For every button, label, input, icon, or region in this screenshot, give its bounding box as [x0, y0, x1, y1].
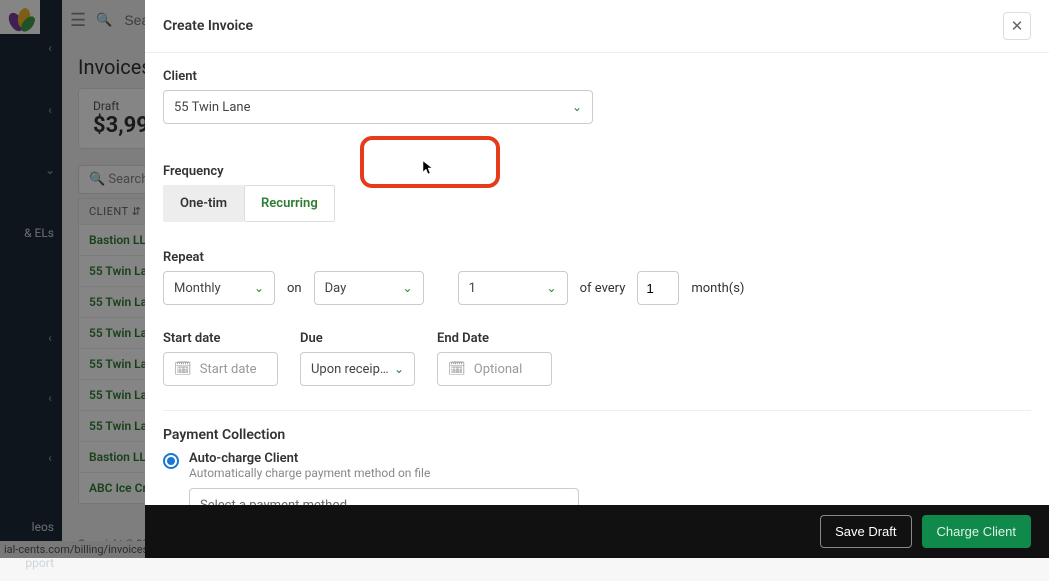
auto-charge-radio-row[interactable]: Auto-charge Client Automatically charge … [163, 451, 1031, 480]
start-date-label: Start date [163, 331, 278, 346]
repeat-interval-select[interactable]: Monthly ⌄ [163, 271, 275, 305]
client-select[interactable]: 55 Twin Lane ⌄ [163, 90, 593, 124]
client-value: 55 Twin Lane [174, 100, 250, 115]
repeat-day-select[interactable]: Day ⌄ [314, 271, 424, 305]
close-icon: ✕ [1011, 17, 1024, 35]
repeat-day-number-select[interactable]: 1 ⌄ [458, 271, 568, 305]
months-label: month(s) [691, 281, 744, 296]
payment-method-select[interactable]: Select a payment method ⌄ [189, 488, 579, 505]
frequency-recurring-tab[interactable]: Recurring [244, 185, 335, 222]
end-date-label: End Date [437, 331, 552, 346]
modal-title: Create Invoice [163, 18, 253, 34]
radio-auto-charge[interactable] [163, 453, 179, 469]
chevron-down-icon: ⌄ [394, 362, 404, 376]
frequency-label: Frequency [163, 164, 1031, 179]
create-invoice-modal: Create Invoice ✕ Client 55 Twin Lane ⌄ F… [145, 0, 1049, 558]
chevron-down-icon: ⌄ [572, 100, 582, 114]
frequency-one-time-tab[interactable]: One-tim [163, 185, 244, 222]
auto-charge-title: Auto-charge Client [189, 451, 430, 466]
of-every-label: of every [580, 281, 626, 296]
due-label: Due [300, 331, 415, 346]
payment-collection-heading: Payment Collection [163, 427, 1031, 443]
every-n-input[interactable] [637, 271, 679, 305]
calendar-icon: 🗓 [174, 361, 192, 377]
chevron-down-icon: ⌄ [254, 281, 264, 295]
chevron-down-icon: ⌄ [403, 281, 413, 295]
start-date-input[interactable]: 🗓 Start date [163, 352, 278, 386]
due-select[interactable]: Upon receipt of… ⌄ [300, 352, 415, 386]
charge-client-button[interactable]: Charge Client [922, 515, 1032, 548]
chevron-down-icon: ⌄ [558, 498, 568, 505]
chevron-down-icon: ⌄ [547, 281, 557, 295]
divider [163, 410, 1031, 411]
repeat-label: Repeat [163, 250, 1031, 265]
close-button[interactable]: ✕ [1003, 12, 1031, 40]
end-date-input[interactable]: 🗓 Optional [437, 352, 552, 386]
calendar-icon: 🗓 [448, 361, 466, 377]
client-label: Client [163, 69, 1031, 84]
save-draft-button[interactable]: Save Draft [820, 515, 911, 548]
on-label: on [287, 281, 302, 296]
auto-charge-sub: Automatically charge payment method on f… [189, 466, 430, 480]
